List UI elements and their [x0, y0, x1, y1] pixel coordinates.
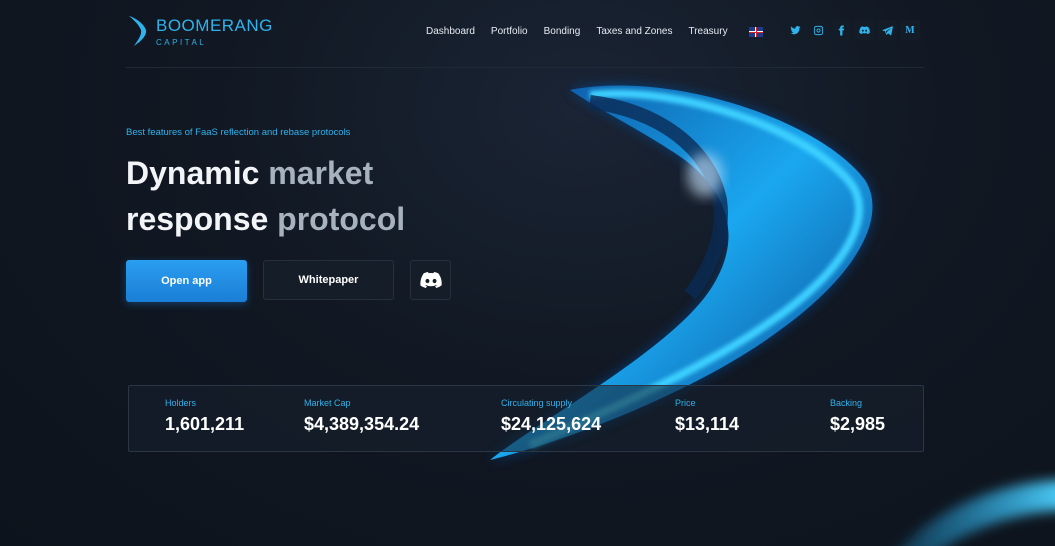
headline-line-1: Dynamic market: [126, 155, 374, 191]
stat-value: $24,125,624: [501, 414, 602, 434]
stat-value: $4,389,354.24: [304, 414, 420, 434]
instagram-icon[interactable]: [808, 20, 828, 40]
stat-circulating-supply: Circulating supply $24,125,624: [501, 398, 601, 435]
hero-headline: Dynamic market response protocol: [126, 150, 405, 242]
main-nav: Dashboard Portfolio Bonding Taxes and Zo…: [426, 26, 744, 38]
social-links: M: [785, 20, 920, 40]
open-app-button[interactable]: Open app: [126, 260, 247, 302]
brand-sub: CAPITAL: [156, 38, 207, 47]
stats-bar: Holders 1,601,211 Market Cap $4,389,354.…: [128, 385, 924, 452]
stat-label: Market Cap: [304, 398, 351, 408]
header: BOOMERANG CAPITAL Dashboard Portfolio Bo…: [126, 14, 924, 68]
whitepaper-button[interactable]: Whitepaper: [263, 260, 394, 300]
discord-icon[interactable]: [854, 20, 874, 40]
twitter-icon[interactable]: [785, 20, 805, 40]
stat-value: $2,985: [830, 414, 886, 434]
stat-value: $13,114: [675, 414, 740, 434]
stat-label: Circulating supply: [501, 398, 573, 408]
boomerang-illustration-corner: [902, 480, 1055, 546]
stat-price: Price $13,114: [675, 398, 739, 435]
nav-dashboard[interactable]: Dashboard: [426, 26, 475, 38]
hero-tagline: Best features of FaaS reflection and reb…: [126, 127, 351, 138]
discord-button[interactable]: [410, 260, 451, 300]
telegram-icon[interactable]: [877, 20, 897, 40]
stat-label: Holders: [165, 398, 197, 408]
facebook-icon[interactable]: [831, 20, 851, 40]
nav-taxes-and-zones[interactable]: Taxes and Zones: [596, 26, 672, 38]
stat-market-cap: Market Cap $4,389,354.24: [304, 398, 419, 435]
uk-flag-icon[interactable]: [749, 27, 763, 37]
stat-label: Price: [675, 398, 696, 408]
stat-value: 1,601,211: [165, 414, 245, 434]
stat-holders: Holders 1,601,211: [165, 398, 244, 435]
nav-portfolio[interactable]: Portfolio: [491, 26, 528, 38]
nav-bonding[interactable]: Bonding: [544, 26, 581, 38]
header-divider: [126, 67, 924, 68]
headline-line-2: response protocol: [126, 201, 406, 237]
brand-name: BOOMERANG: [156, 16, 273, 35]
logo[interactable]: BOOMERANG CAPITAL: [126, 14, 273, 48]
stat-label: Backing: [830, 398, 863, 408]
page: BOOMERANG CAPITAL Dashboard Portfolio Bo…: [0, 0, 1055, 546]
discord-icon: [419, 272, 442, 288]
nav-treasury[interactable]: Treasury: [688, 26, 727, 38]
medium-icon[interactable]: M: [900, 20, 920, 40]
stat-backing: Backing $2,985: [830, 398, 885, 435]
boomerang-logo-icon: [129, 16, 147, 46]
